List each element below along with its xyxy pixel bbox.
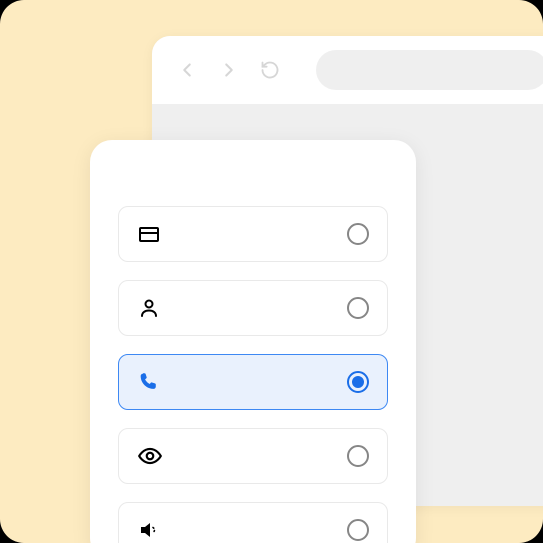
option-eye[interactable] xyxy=(118,428,388,484)
option-person[interactable] xyxy=(118,280,388,336)
browser-toolbar xyxy=(152,36,543,104)
option-speaker[interactable] xyxy=(118,502,388,543)
options-card xyxy=(90,140,416,543)
radio-inner xyxy=(352,376,364,388)
illustration-canvas xyxy=(0,0,543,543)
forward-icon[interactable] xyxy=(218,59,240,81)
reload-icon[interactable] xyxy=(260,60,280,80)
address-bar[interactable] xyxy=(316,50,543,90)
back-icon[interactable] xyxy=(176,59,198,81)
eye-icon xyxy=(137,443,163,469)
phone-icon xyxy=(137,371,159,393)
radio-button[interactable] xyxy=(347,223,369,245)
radio-button[interactable] xyxy=(347,445,369,467)
speaker-icon xyxy=(137,518,161,542)
radio-button[interactable] xyxy=(347,371,369,393)
option-phone[interactable] xyxy=(118,354,388,410)
option-card[interactable] xyxy=(118,206,388,262)
person-icon xyxy=(137,296,161,320)
radio-button[interactable] xyxy=(347,297,369,319)
radio-button[interactable] xyxy=(347,519,369,541)
card-icon xyxy=(137,222,161,246)
